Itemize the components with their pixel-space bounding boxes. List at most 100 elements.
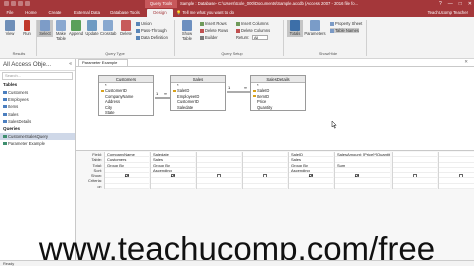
run-button[interactable]: Run xyxy=(19,20,35,37)
grid-cell-or[interactable] xyxy=(393,183,437,190)
tab-create[interactable]: Create xyxy=(44,9,66,17)
nav-item-sales[interactable]: Sales xyxy=(0,111,75,118)
join-many-marker: ∞ xyxy=(164,91,167,96)
grid-cell-or[interactable] xyxy=(197,183,241,190)
show-table-icon xyxy=(182,20,192,31)
field-item[interactable]: Saledate xyxy=(171,105,225,110)
tell-me-box[interactable]: 💡 Tell me what you want to do xyxy=(176,9,234,16)
redo-icon[interactable] xyxy=(18,1,23,6)
table-pane: Customers * CustomerID CompanyName Addre… xyxy=(76,66,474,148)
nav-item-employees[interactable]: Employees xyxy=(0,96,75,103)
nav-item-parameter-example[interactable]: Parameter Example xyxy=(0,140,75,147)
grid-cell-or[interactable] xyxy=(289,183,333,190)
show-checkbox[interactable] xyxy=(413,173,417,178)
query-setup-group-label: Query Setup xyxy=(221,52,243,56)
tab-database-tools[interactable]: Database Tools xyxy=(106,9,144,17)
nav-search-input[interactable]: Search... xyxy=(2,72,73,80)
grid-column: SalesAmount: [Price]*[Quantity] Sum xyxy=(334,152,390,190)
user-name[interactable]: TeachUcomp Teacher xyxy=(428,9,468,16)
nav-item-salesdetails[interactable]: SalesDetails xyxy=(0,118,75,125)
close-button[interactable]: ✕ xyxy=(468,0,472,8)
insert-rows-button[interactable]: Insert Rows xyxy=(200,21,227,26)
grid-column xyxy=(196,152,241,190)
field-list-title[interactable]: Customers xyxy=(99,76,153,83)
show-checkbox[interactable] xyxy=(355,173,359,178)
save-icon[interactable] xyxy=(4,1,9,6)
grid-cell-or[interactable] xyxy=(105,183,149,190)
close-doc-icon[interactable]: ✕ xyxy=(464,59,468,65)
doc-tab-parameter-example[interactable]: Parameter Example xyxy=(78,59,128,66)
query-type-group-label: Query Type xyxy=(105,52,125,56)
show-checkbox[interactable] xyxy=(125,173,129,178)
delete-columns-button[interactable]: Delete Columns xyxy=(236,28,270,33)
make-table-button[interactable]: Make Table xyxy=(53,20,69,41)
update-button[interactable]: Update xyxy=(84,20,100,37)
pass-through-button[interactable]: Pass-Through xyxy=(136,28,167,33)
delete-query-button[interactable]: Delete xyxy=(118,20,134,37)
nav-item-customers[interactable]: Customers xyxy=(0,89,75,96)
append-button[interactable]: Append xyxy=(68,20,84,37)
nav-group-queries[interactable]: Queries xyxy=(0,125,75,133)
table-names-icon xyxy=(330,28,334,33)
sigma-icon xyxy=(290,20,300,31)
maximize-button[interactable]: □ xyxy=(459,0,462,8)
grid-cell-or[interactable] xyxy=(439,183,474,190)
grid-column xyxy=(242,152,287,190)
status-bar: Ready xyxy=(0,260,474,266)
customize-qat-icon[interactable] xyxy=(25,1,30,6)
insert-rows-icon xyxy=(200,21,204,26)
field-list-sales[interactable]: Sales * SaleID EmployeeID CustomerID Sal… xyxy=(170,75,226,112)
grid-cell-or[interactable] xyxy=(335,183,390,190)
grid-row-labels: Field: Table: Total: Sort: Show: Criteri… xyxy=(76,152,104,189)
help-button[interactable]: ? xyxy=(439,0,442,8)
field-list-title[interactable]: Sales xyxy=(171,76,225,83)
show-checkbox[interactable] xyxy=(263,173,267,178)
nav-item-items[interactable]: Items xyxy=(0,103,75,110)
show-checkbox[interactable] xyxy=(309,173,313,178)
grid-cell-or[interactable] xyxy=(243,183,287,190)
crosstab-button[interactable]: Crosstab xyxy=(100,20,116,37)
nav-item-customersalesquery[interactable]: CustomerSalesQuery xyxy=(0,133,75,141)
show-checkbox[interactable] xyxy=(459,173,463,178)
table-icon xyxy=(3,119,7,123)
field-list-salesdetails[interactable]: SalesDetails * SaleID ItemID Price Quant… xyxy=(250,75,306,112)
nav-pane-header[interactable]: All Access Obje... « xyxy=(0,59,75,71)
builder-button[interactable]: Builder xyxy=(200,35,218,40)
ribbon-tabs: File Home Create External Data Database … xyxy=(0,8,474,17)
parameters-icon xyxy=(310,20,320,31)
group-separator xyxy=(174,20,175,56)
field-item[interactable]: Quantity xyxy=(251,105,305,110)
show-table-button[interactable]: Show Table xyxy=(178,20,196,41)
parameters-button[interactable]: Parameters xyxy=(304,20,326,37)
collapse-pane-icon[interactable]: « xyxy=(69,61,72,67)
tab-design[interactable]: Design xyxy=(147,9,173,17)
nav-group-tables[interactable]: Tables xyxy=(0,81,75,89)
join-one-marker: 1 xyxy=(228,85,231,90)
insert-columns-button[interactable]: Insert Columns xyxy=(236,21,269,26)
show-checkbox[interactable] xyxy=(171,173,175,178)
property-sheet-button[interactable]: Property Sheet xyxy=(330,21,362,26)
field-item[interactable]: State xyxy=(99,110,153,115)
field-list-title[interactable]: SalesDetails xyxy=(251,76,305,83)
show-checkbox[interactable] xyxy=(217,173,221,178)
return-dropdown[interactable]: All xyxy=(252,35,268,40)
union-button[interactable]: Union xyxy=(136,21,152,26)
mouse-cursor-icon xyxy=(331,120,337,129)
field-list-customers[interactable]: Customers * CustomerID CompanyName Addre… xyxy=(98,75,154,117)
undo-icon[interactable] xyxy=(11,1,16,6)
table-icon xyxy=(3,105,7,109)
grid-column: CompanyName Customers Group By xyxy=(104,152,149,190)
crosstab-icon xyxy=(103,20,113,31)
select-query-button[interactable]: Select xyxy=(37,20,53,37)
data-definition-button[interactable]: Data Definition xyxy=(136,35,168,40)
minimize-button[interactable]: — xyxy=(448,0,453,8)
tab-home[interactable]: Home xyxy=(21,9,41,17)
tab-external-data[interactable]: External Data xyxy=(70,9,104,17)
view-button[interactable]: View xyxy=(2,20,18,37)
tab-file[interactable]: File xyxy=(2,9,18,17)
grid-cell-or[interactable] xyxy=(151,183,195,190)
delete-rows-button[interactable]: Delete Rows xyxy=(200,28,228,33)
ribbon: View Run Results Select Make Table Appen… xyxy=(0,17,474,59)
totals-button[interactable]: Totals xyxy=(287,20,303,37)
table-names-button[interactable]: Table Names xyxy=(330,28,359,33)
